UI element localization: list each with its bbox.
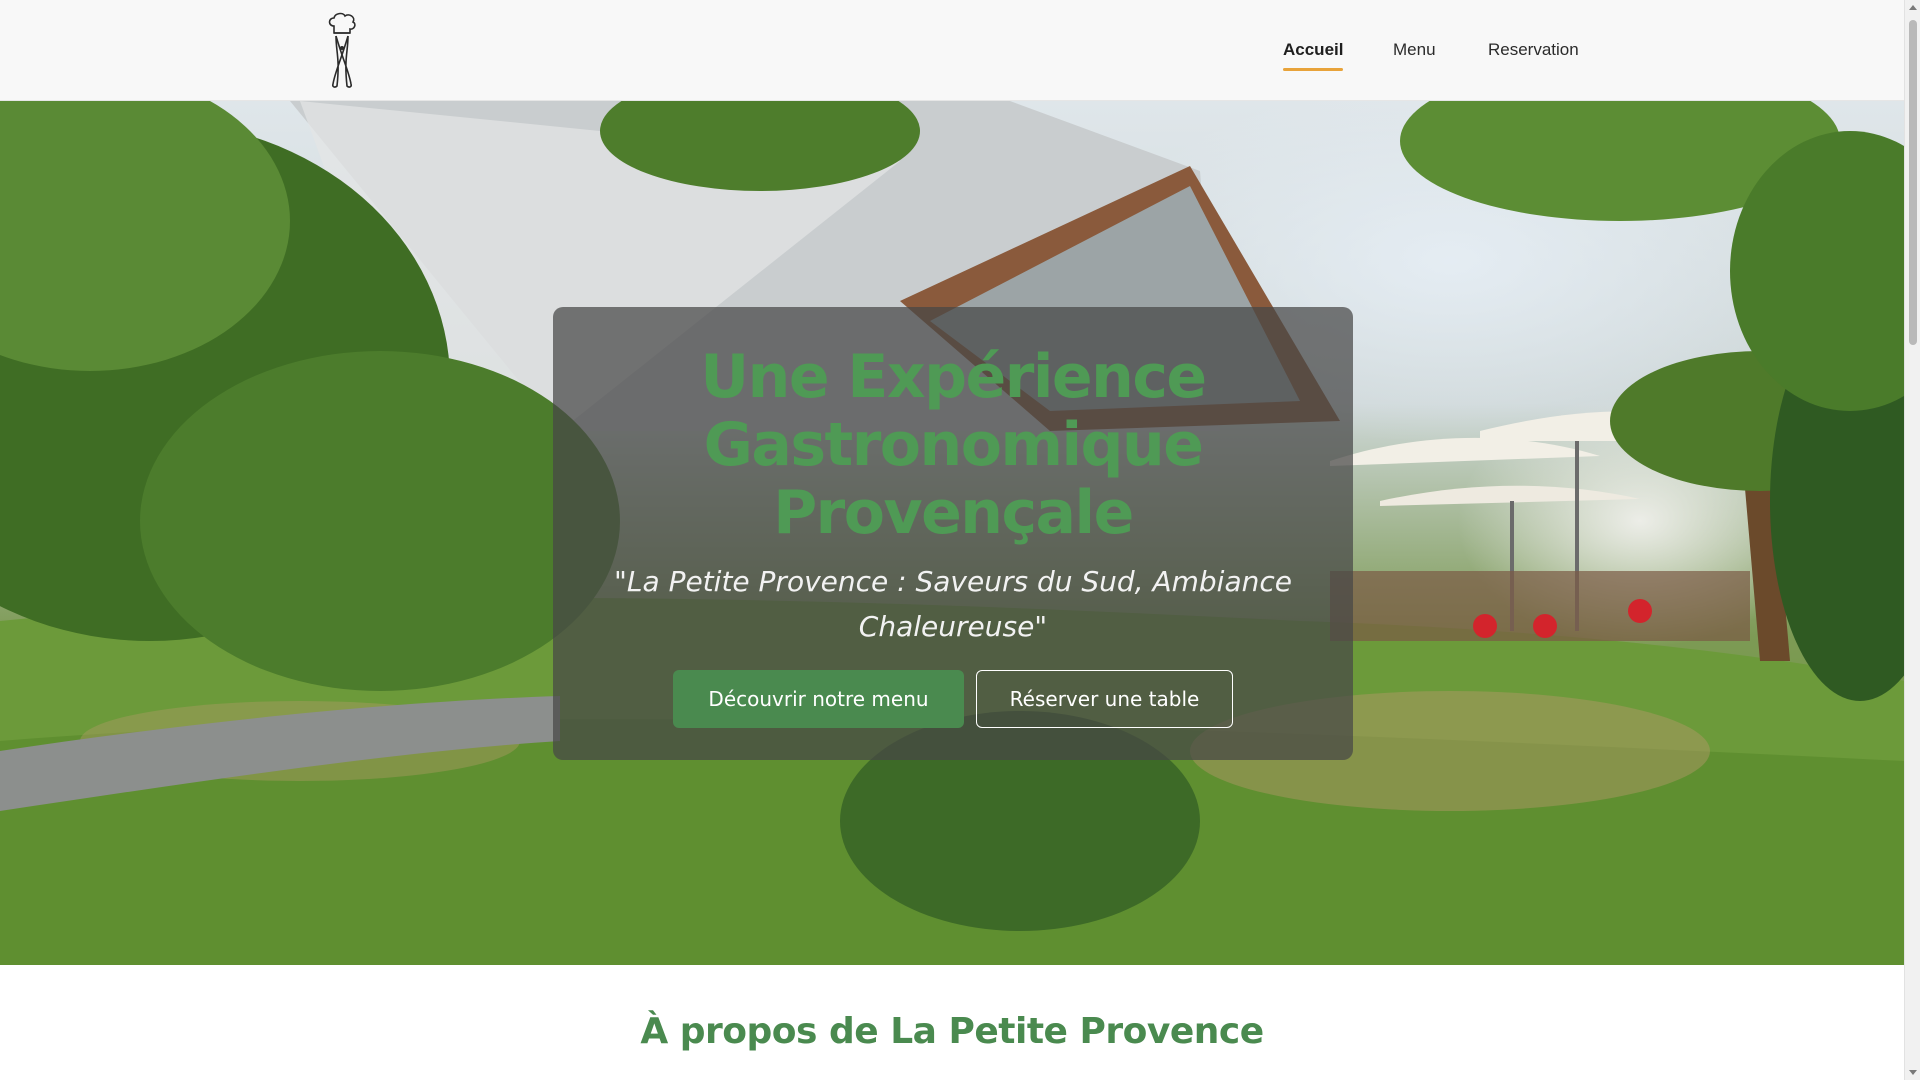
hero-title-line: Provençale <box>773 478 1134 548</box>
site-header: Accueil Menu Reservation <box>0 0 1904 101</box>
chef-hat-utensils-icon[interactable] <box>324 12 360 88</box>
hero-title-line: Une Expérience <box>700 342 1207 412</box>
reserve-table-button[interactable]: Réserver une table <box>976 670 1233 728</box>
about-section: À propos de La Petite Provence <box>0 965 1904 1080</box>
hero-subtitle: "La Petite Provence : Saveurs du Sud, Am… <box>614 565 1292 643</box>
hero-section: Une Expérience Gastronomique Provençale … <box>0 101 1904 965</box>
hero-title: Une Expérience Gastronomique Provençale <box>553 343 1353 547</box>
scroll-thumb[interactable] <box>1909 20 1917 345</box>
discover-menu-button[interactable]: Découvrir notre menu <box>673 670 964 728</box>
scroll-down-arrow-icon[interactable] <box>1909 1070 1917 1075</box>
hero-title-line: Gastronomique <box>703 410 1204 480</box>
hero-card: Une Expérience Gastronomique Provençale … <box>553 307 1353 760</box>
nav-item-menu[interactable]: Menu <box>1393 38 1436 62</box>
page-scrollbar[interactable] <box>1904 0 1920 1080</box>
scroll-up-arrow-icon[interactable] <box>1909 5 1917 10</box>
about-title: À propos de La Petite Provence <box>640 1011 1264 1052</box>
nav-item-accueil[interactable]: Accueil <box>1283 38 1344 71</box>
nav-item-reservation[interactable]: Reservation <box>1488 38 1579 62</box>
